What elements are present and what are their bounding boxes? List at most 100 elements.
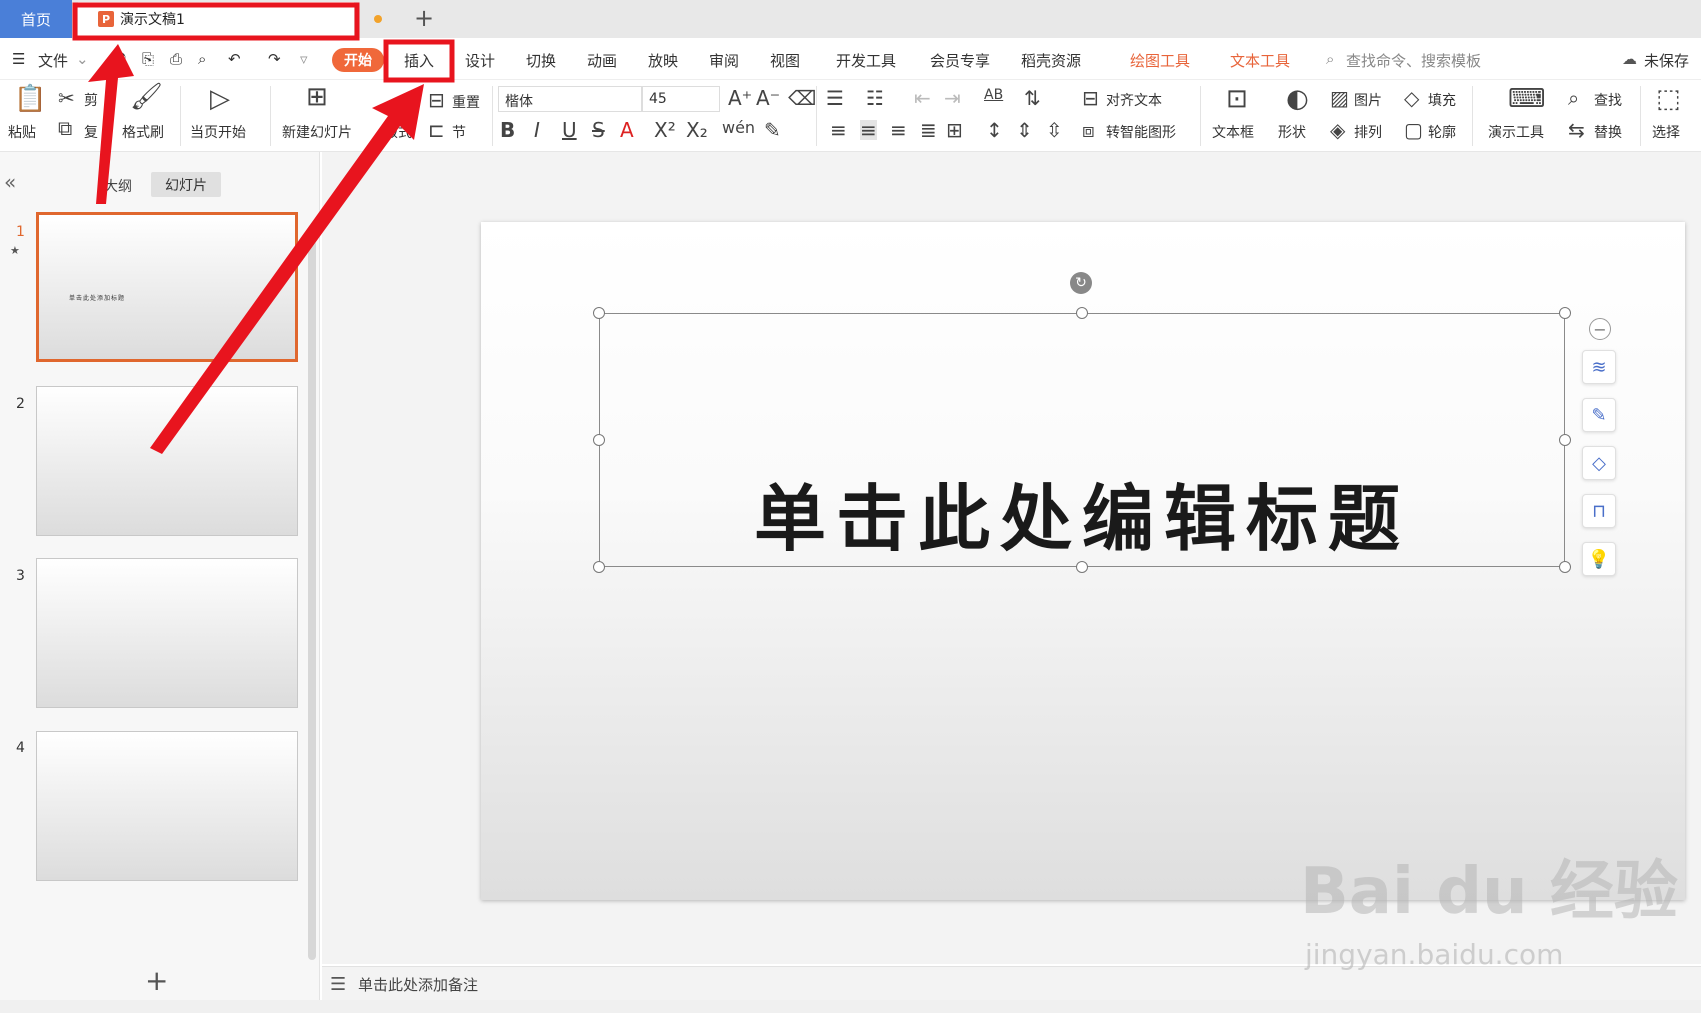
tab-transitions[interactable]: 切换	[526, 50, 556, 71]
scissors-icon[interactable]: ✂	[58, 88, 75, 108]
chevron-down-icon[interactable]: ⌄	[76, 50, 89, 68]
tab-slides[interactable]: 幻灯片	[151, 172, 221, 197]
italic-icon[interactable]: I	[534, 120, 540, 140]
text-direction-icon[interactable]: AB	[984, 88, 1003, 102]
print-preview-icon[interactable]: ⌕	[198, 50, 206, 68]
format-painter-button[interactable]: 格式刷	[122, 122, 164, 142]
new-slide-icon[interactable]: ⊞	[306, 84, 328, 110]
rotate-handle-icon[interactable]: ↻	[1070, 272, 1092, 294]
command-search-input[interactable]: 查找命令、搜索模板	[1346, 50, 1481, 71]
document-tab[interactable]: P 演示文稿1	[78, 2, 354, 36]
font-color-icon[interactable]: A	[620, 120, 634, 140]
unsaved-status[interactable]: 未保存	[1644, 50, 1689, 71]
resize-handle[interactable]	[593, 434, 605, 446]
resize-handle[interactable]	[593, 307, 605, 319]
resize-handle[interactable]	[1559, 434, 1571, 446]
align-right-icon[interactable]: ≡	[890, 120, 907, 140]
play-icon[interactable]: ▷	[210, 86, 230, 112]
panel-scrollbar[interactable]	[308, 240, 316, 960]
notes-placeholder[interactable]: 单击此处添加备注	[358, 974, 478, 995]
arrange-icon[interactable]: ◈	[1330, 120, 1345, 140]
redo-icon[interactable]: ↷	[268, 50, 281, 68]
tab-member[interactable]: 会员专享	[930, 50, 990, 71]
reset-icon[interactable]: ⊟	[428, 90, 445, 110]
new-slide-button[interactable]: 新建幻灯片	[282, 122, 352, 142]
reset-button[interactable]: 重置	[452, 92, 480, 112]
quick-access-more-icon[interactable]: ▿	[300, 50, 308, 68]
text-box-button[interactable]: 文本框	[1212, 122, 1254, 142]
layout-button[interactable]: 版式	[384, 122, 412, 142]
increase-indent-icon[interactable]: ⇥	[944, 88, 961, 108]
resize-handle[interactable]	[1559, 307, 1571, 319]
tab-view[interactable]: 视图	[770, 50, 800, 71]
sort-icon[interactable]: ⇅	[1024, 88, 1041, 108]
collapse-panel-icon[interactable]: «	[4, 170, 16, 194]
slide-title-placeholder[interactable]: 单击此处编辑标题	[599, 460, 1565, 565]
idea-icon[interactable]: 💡	[1582, 542, 1616, 576]
new-tab-button[interactable]: +	[410, 4, 438, 34]
format-painter-icon[interactable]: 🖌	[130, 84, 163, 110]
replace-button[interactable]: 替换	[1594, 122, 1622, 142]
outline-icon[interactable]: ▢	[1404, 120, 1423, 140]
bold-icon[interactable]: B	[500, 120, 515, 140]
layers-icon[interactable]: ≋	[1582, 350, 1616, 384]
tab-design[interactable]: 设计	[465, 50, 495, 71]
collapse-float-toolbar-icon[interactable]: −	[1589, 318, 1611, 340]
menu-file[interactable]: 文件	[38, 50, 68, 71]
font-size-select[interactable]: 45	[642, 86, 720, 112]
outline-button[interactable]: 轮廓	[1428, 122, 1456, 142]
tab-insert[interactable]: 插入	[404, 50, 434, 71]
cut-button[interactable]: 剪	[84, 90, 98, 110]
print-icon[interactable]: ⎙	[170, 50, 182, 68]
resize-handle[interactable]	[1076, 307, 1088, 319]
undo-icon[interactable]: ↶	[228, 50, 241, 68]
slide-thumbnail-2[interactable]	[36, 386, 298, 536]
section-icon[interactable]: ⊏	[428, 120, 445, 140]
copy-button[interactable]: 复	[84, 122, 98, 142]
copy-icon[interactable]: ⧉	[58, 118, 72, 138]
decrease-font-icon[interactable]: A⁻	[756, 88, 780, 108]
decrease-indent-icon[interactable]: ⇤	[914, 88, 931, 108]
distribute-icon[interactable]: ⊞	[946, 120, 963, 140]
align-text-button[interactable]: 对齐文本	[1106, 90, 1162, 110]
clear-format-icon[interactable]: ⌫	[788, 88, 816, 108]
paste-button[interactable]: 粘贴	[8, 122, 36, 142]
save-icon[interactable]: 🗎	[114, 50, 126, 75]
presentation-tools-button[interactable]: 演示工具	[1488, 122, 1544, 142]
fill-button[interactable]: 填充	[1428, 90, 1456, 110]
search-icon[interactable]: ⌕	[1326, 50, 1334, 68]
select-icon[interactable]: ⬚	[1656, 86, 1681, 112]
find-button[interactable]: 查找	[1594, 90, 1622, 110]
tab-outline[interactable]: 大纲	[104, 176, 132, 196]
convert-smart-art-button[interactable]: 转智能图形	[1106, 122, 1176, 142]
slide-thumbnail-3[interactable]	[36, 558, 298, 708]
export-icon[interactable]: ⎘	[142, 50, 154, 68]
border-icon[interactable]: ⊓	[1582, 494, 1616, 528]
home-tab[interactable]: 首页	[0, 0, 72, 38]
notes-bar[interactable]	[322, 966, 1701, 1000]
numbered-list-icon[interactable]: ☷	[866, 88, 884, 108]
shape-icon[interactable]: ◐	[1286, 86, 1309, 112]
align-left-icon[interactable]: ≡	[830, 120, 847, 140]
slide-thumbnail-1[interactable]: 单击此处添加标题	[36, 212, 298, 362]
tab-docer-resources[interactable]: 稻壳资源	[1021, 50, 1081, 71]
shape-button[interactable]: 形状	[1278, 122, 1306, 142]
underline-icon[interactable]: U	[562, 120, 577, 140]
replace-icon[interactable]: ⇆	[1568, 120, 1585, 140]
add-slide-button[interactable]: +	[145, 964, 168, 997]
slide-thumbnail-4[interactable]	[36, 731, 298, 881]
superscript-icon[interactable]: X²	[654, 120, 676, 140]
tab-animations[interactable]: 动画	[587, 50, 617, 71]
fill-icon[interactable]: ◇	[1404, 88, 1419, 108]
align-center-icon[interactable]: ≡	[860, 120, 877, 140]
spacing-options-icon[interactable]: ⇳	[1046, 120, 1063, 140]
hamburger-menu-icon[interactable]: ☰	[12, 50, 25, 68]
play-from-current-button[interactable]: 当页开始	[190, 122, 246, 142]
arrange-button[interactable]: 排列	[1354, 122, 1382, 142]
tab-text-tools[interactable]: 文本工具	[1230, 50, 1290, 71]
bullet-list-icon[interactable]: ☰	[826, 88, 844, 108]
smart-art-icon[interactable]: ⧈	[1082, 120, 1095, 140]
increase-font-icon[interactable]: A⁺	[728, 88, 752, 108]
text-box-icon[interactable]: ⊡	[1226, 86, 1248, 112]
tab-developer[interactable]: 开发工具	[836, 50, 896, 71]
